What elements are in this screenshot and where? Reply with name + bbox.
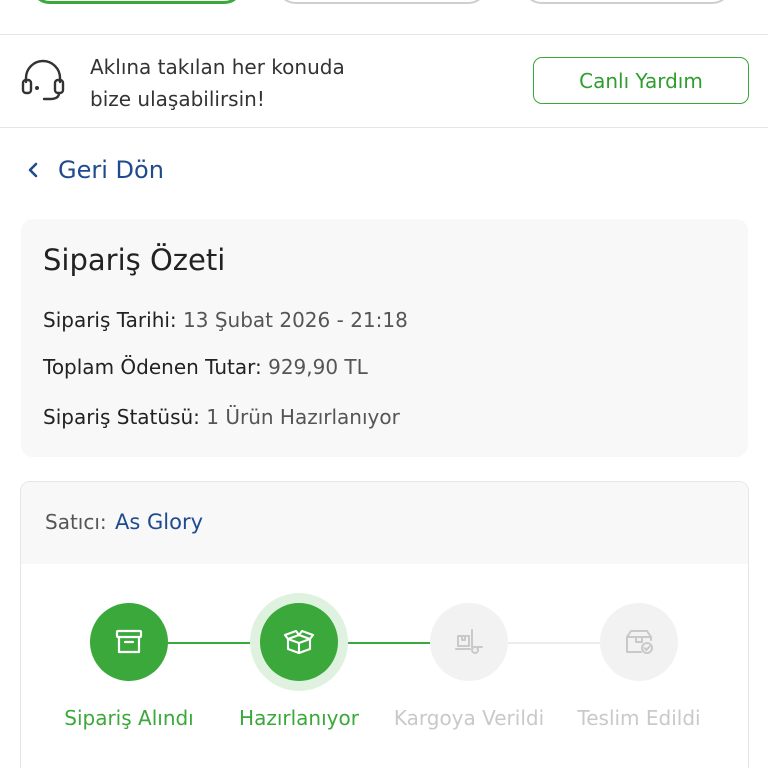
order-date-value: 13 Şubat 2026 - 21:18: [183, 308, 408, 332]
headset-icon: [20, 57, 66, 103]
order-date-row: Sipariş Tarihi: 13 Şubat 2026 - 21:18: [43, 308, 408, 332]
live-help-button[interactable]: Canlı Yardım: [533, 57, 749, 104]
order-total-row: Toplam Ödenen Tutar: 929,90 TL: [43, 355, 368, 379]
order-summary-card: Sipariş Özeti Sipariş Tarihi: 13 Şubat 2…: [21, 219, 748, 457]
seller-text: Satıcı: As Glory: [45, 510, 203, 534]
order-status-value: 1 Ürün Hazırlanıyor: [206, 405, 400, 429]
order-date-label: Sipariş Tarihi:: [43, 308, 177, 332]
top-tab-active[interactable]: [30, 0, 244, 4]
help-text-line2: bize ulaşabilirsin!: [90, 87, 265, 111]
back-label: Geri Dön: [58, 156, 164, 184]
seller-label: Satıcı:: [45, 510, 107, 534]
seller-name-link[interactable]: As Glory: [115, 510, 203, 534]
order-total-label: Toplam Ödenen Tutar:: [43, 355, 262, 379]
summary-title: Sipariş Özeti: [43, 243, 226, 277]
order-status-row: Sipariş Statüsü: 1 Ürün Hazırlanıyor: [43, 405, 400, 429]
top-tab-2[interactable]: [276, 0, 488, 4]
seller-card: Satıcı: As Glory: [20, 481, 749, 768]
back-link[interactable]: Geri Dön: [24, 150, 164, 190]
help-text-line1: Aklına takılan her konuda: [90, 55, 345, 79]
top-tabs: [0, 0, 768, 4]
divider: [0, 127, 768, 128]
order-total-value: 929,90 TL: [268, 355, 368, 379]
chevron-left-icon: [28, 162, 38, 178]
top-tab-3[interactable]: [522, 0, 732, 4]
order-status-label: Sipariş Statüsü:: [43, 405, 200, 429]
help-text: Aklına takılan her konuda bize ulaşabili…: [90, 51, 390, 115]
seller-header: Satıcı: As Glory: [21, 482, 748, 564]
help-bar: Aklına takılan her konuda bize ulaşabili…: [0, 35, 768, 127]
